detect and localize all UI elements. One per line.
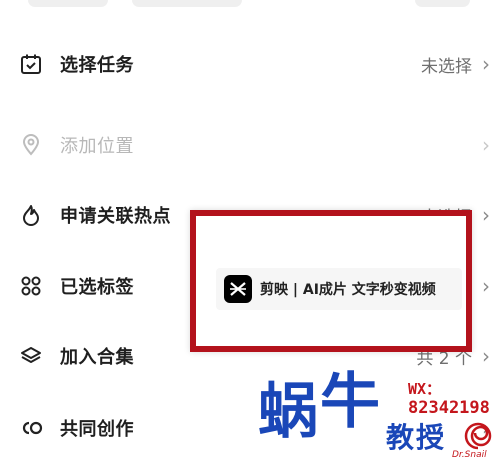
watermark-char-3: 教 [386, 421, 415, 454]
top-bar-remnant-right [415, 0, 470, 7]
add-location-row[interactable]: 添加位置 › [0, 115, 500, 175]
capcut-option[interactable]: 剪映 | AI成片 文字秒变视频 [216, 268, 462, 310]
layers-icon [19, 344, 43, 368]
watermark-char-4: 授 [416, 421, 445, 454]
add-collection-label: 加入合集 [60, 347, 134, 368]
top-bar-remnant-middle [132, 0, 242, 7]
capcut-popup: 剪映 | AI成片 文字秒变视频 [190, 210, 472, 352]
hot-topic-label: 申请关联热点 [60, 206, 171, 227]
co-create-icon [19, 416, 43, 440]
chevron-right-icon: › [482, 133, 490, 157]
top-bar-remnant-left [28, 0, 108, 7]
chevron-right-icon: › [482, 52, 490, 76]
calendar-check-icon [19, 52, 43, 76]
capcut-option-text: 剪映 | AI成片 文字秒变视频 [260, 282, 436, 298]
selected-tags-label: 已选标签 [60, 277, 134, 298]
watermark-char-2: 牛 [320, 367, 380, 437]
flame-icon [19, 203, 43, 227]
watermark-wx-label: WX： [408, 380, 442, 398]
chevron-right-icon: › [482, 274, 490, 298]
location-pin-icon [19, 133, 43, 157]
watermark-logo: 蜗 牛 教 授 WX： 82342198 Dr.Snail [258, 372, 500, 460]
add-location-label: 添加位置 [60, 136, 134, 157]
select-task-value: 未选择 [421, 56, 472, 77]
select-task-row[interactable]: 选择任务 未选择 › [0, 34, 500, 94]
tag-grid-icon [19, 274, 43, 298]
watermark-char-1: 蜗 [258, 377, 318, 447]
chevron-right-icon: › [482, 203, 490, 227]
capcut-logo-icon [224, 275, 252, 303]
watermark-wx-number: 82342198 [408, 398, 490, 418]
select-task-label: 选择任务 [60, 55, 134, 76]
chevron-right-icon: › [482, 344, 490, 368]
co-create-label: 共同创作 [60, 419, 134, 440]
snail-shell-icon [464, 422, 492, 450]
